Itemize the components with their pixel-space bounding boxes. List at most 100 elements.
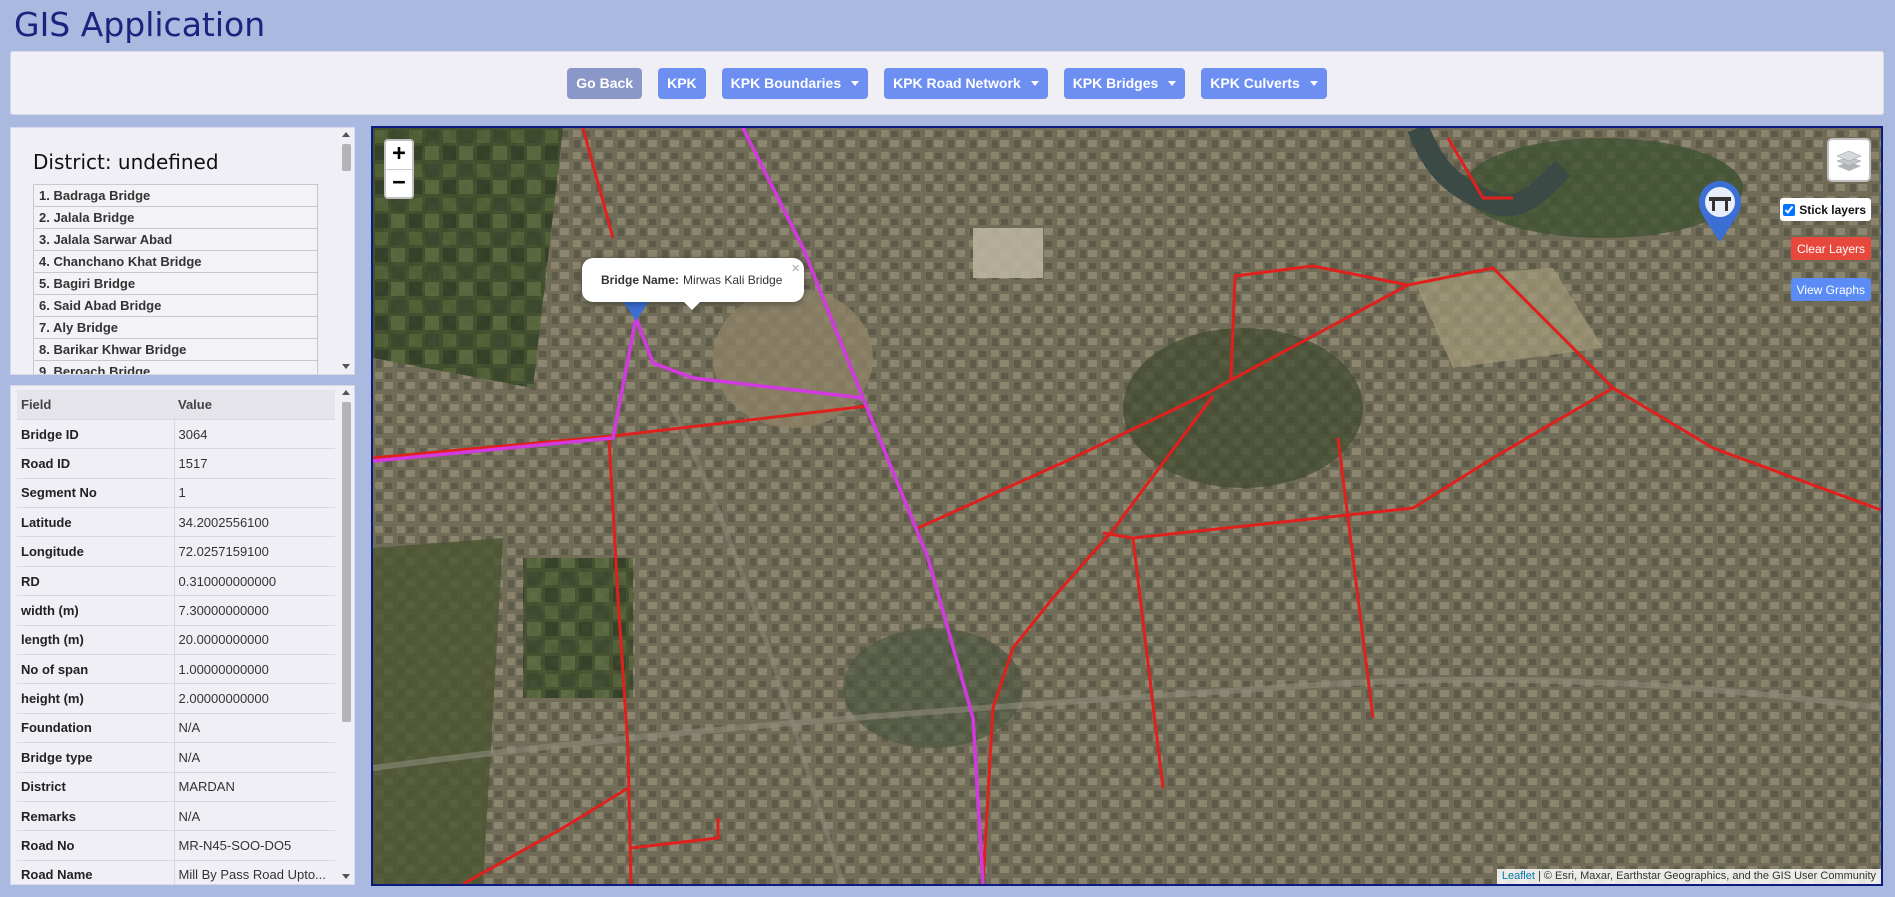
field-cell: Bridge type <box>17 742 175 773</box>
bridge-list: 1. Badraga Bridge 2. Jalala Bridge 3. Ja… <box>33 184 318 374</box>
field-cell: Bridge ID <box>17 419 175 450</box>
value-cell: MR-N45-SOO-DO5 <box>174 830 335 861</box>
caret-down-icon <box>1030 80 1039 86</box>
scroll-up-icon[interactable] <box>342 132 350 137</box>
value-cell: N/A <box>174 801 335 832</box>
scroll-up-icon[interactable] <box>342 390 350 395</box>
bridge-list-item[interactable]: 4. Chanchano Khat Bridge <box>34 251 317 273</box>
layers-icon <box>1836 150 1862 171</box>
list-scrollbar[interactable] <box>340 128 352 374</box>
field-cell: Remarks <box>17 801 175 832</box>
kpk-road-network-label: KPK Road Network <box>893 75 1021 91</box>
kpk-bridges-dropdown[interactable]: KPK Bridges <box>1063 67 1186 99</box>
field-cell: width (m) <box>17 595 175 626</box>
popup-value: Mirwas Kali Bridge <box>683 273 783 287</box>
caret-down-icon <box>1309 80 1318 86</box>
field-cell: Road Name <box>17 860 175 884</box>
table-row: Segment No 1 <box>17 478 335 509</box>
layers-control-button[interactable] <box>1827 138 1871 182</box>
field-cell: Road No <box>17 830 175 861</box>
bridge-list-item[interactable]: 3. Jalala Sarwar Abad <box>34 229 317 251</box>
kpk-button[interactable]: KPK <box>658 67 706 99</box>
table-row: Remarks N/A <box>17 801 335 832</box>
kpk-road-network-dropdown[interactable]: KPK Road Network <box>884 67 1048 99</box>
map-view[interactable]: + − Bridge Name: Mirwas Kali Bridge × St… <box>371 126 1883 886</box>
value-cell: 7.30000000000 <box>174 595 335 626</box>
kpk-label: KPK <box>667 75 697 91</box>
value-cell: N/A <box>174 742 335 773</box>
field-cell: Foundation <box>17 713 175 744</box>
details-scroll-thumb[interactable] <box>342 402 351 722</box>
kpk-boundaries-label: KPK Boundaries <box>730 75 842 91</box>
value-column-header: Value <box>174 390 335 420</box>
caret-down-icon <box>1168 80 1177 86</box>
bridge-list-item[interactable]: 7. Aly Bridge <box>34 317 317 339</box>
value-cell: 0.310000000000 <box>174 566 335 597</box>
kpk-boundaries-dropdown[interactable]: KPK Boundaries <box>721 67 869 99</box>
attribution-text: | © Esri, Maxar, Earthstar Geographics, … <box>1537 870 1876 882</box>
value-cell: N/A <box>174 713 335 744</box>
table-row: Road ID 1517 <box>17 448 335 479</box>
zoom-control: + − <box>384 139 414 199</box>
table-row: Bridge ID 3064 <box>17 419 335 450</box>
table-row: RD 0.310000000000 <box>17 566 335 597</box>
popup-tip <box>683 301 701 310</box>
top-toolbar: Go Back KPK KPK Boundaries KPK Road Netw… <box>10 51 1884 115</box>
app-title: GIS Application <box>14 5 266 44</box>
table-row: Longitude 72.0257159100 <box>17 536 335 567</box>
clear-layers-button[interactable]: Clear Layers <box>1790 237 1871 260</box>
popup-label: Bridge Name: <box>601 273 680 287</box>
bridge-list-item[interactable]: 9. Beroach Bridge <box>34 361 317 374</box>
field-cell: Longitude <box>17 536 175 567</box>
stick-layers-label: Stick layers <box>1799 202 1866 217</box>
zoom-out-button[interactable]: − <box>386 169 412 197</box>
table-row: height (m) 2.00000000000 <box>17 683 335 714</box>
table-row: Road No MR-N45-SOO-DO5 <box>17 830 335 861</box>
field-cell: District <box>17 772 175 802</box>
bridge-list-item[interactable]: 2. Jalala Bridge <box>34 207 317 229</box>
kpk-culverts-dropdown[interactable]: KPK Culverts <box>1201 67 1327 99</box>
value-cell: 1 <box>174 478 335 509</box>
popup-close-icon[interactable]: × <box>791 260 800 277</box>
value-cell: 72.0257159100 <box>174 536 335 567</box>
bridge-list-item[interactable]: 5. Bagiri Bridge <box>34 273 317 295</box>
view-graphs-button[interactable]: View Graphs <box>1790 278 1871 301</box>
bridge-details-panel: Field Value Bridge ID 3064 Road ID 1517 Se… <box>10 385 355 885</box>
satellite-basemap[interactable] <box>373 128 1881 884</box>
district-title: District: undefined <box>33 150 219 174</box>
caret-down-icon <box>851 80 860 86</box>
bridge-list-item[interactable]: 1. Badraga Bridge <box>34 185 317 207</box>
stick-layers-toggle[interactable]: Stick layers <box>1780 198 1871 221</box>
value-cell: Mill By Pass Road Upto... <box>174 860 335 884</box>
value-cell: 1.00000000000 <box>174 654 335 685</box>
table-row: Latitude 34.2002556100 <box>17 507 335 538</box>
bridge-list-item[interactable]: 8. Barikar Khwar Bridge <box>34 339 317 361</box>
field-cell: Road ID <box>17 448 175 479</box>
field-cell: Segment No <box>17 478 175 509</box>
scroll-down-icon[interactable] <box>342 364 350 369</box>
go-back-label: Go Back <box>576 75 634 91</box>
go-back-button[interactable]: Go Back <box>567 67 643 99</box>
leaflet-link[interactable]: Leaflet <box>1502 870 1535 882</box>
table-row: District MARDAN <box>17 772 335 802</box>
table-row: width (m) 7.30000000000 <box>17 595 335 626</box>
kpk-culverts-label: KPK Culverts <box>1210 75 1300 91</box>
scroll-down-icon[interactable] <box>342 874 350 879</box>
table-header-row: Field Value <box>17 390 335 420</box>
value-cell: 34.2002556100 <box>174 507 335 538</box>
details-scrollbar[interactable] <box>340 386 352 884</box>
list-scroll-thumb[interactable] <box>342 144 351 171</box>
table-row: Foundation N/A <box>17 713 335 744</box>
bridge-list-item[interactable]: 6. Said Abad Bridge <box>34 295 317 317</box>
value-cell: 3064 <box>174 419 335 450</box>
value-cell: 1517 <box>174 448 335 479</box>
field-cell: RD <box>17 566 175 597</box>
map-attribution: Leaflet | © Esri, Maxar, Earthstar Geogr… <box>1496 869 1881 884</box>
bridge-details-table: Field Value Bridge ID 3064 Road ID 1517 Se… <box>17 390 335 884</box>
zoom-in-button[interactable]: + <box>386 141 412 169</box>
kpk-bridges-label: KPK Bridges <box>1072 75 1159 91</box>
table-row: length (m) 20.0000000000 <box>17 625 335 656</box>
stick-layers-checkbox[interactable] <box>1783 203 1796 216</box>
value-cell: 20.0000000000 <box>174 625 335 656</box>
table-row: No of span 1.00000000000 <box>17 654 335 685</box>
